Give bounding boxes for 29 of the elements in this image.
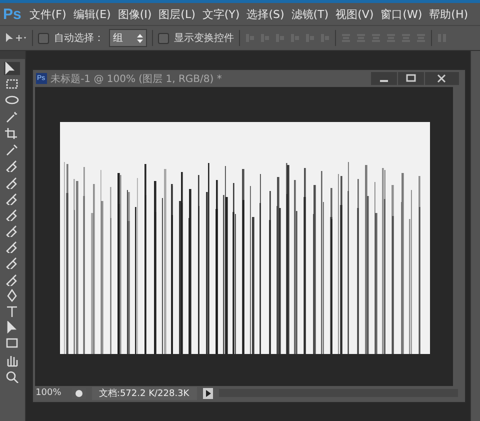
move-tool-icon[interactable] — [5, 32, 27, 44]
menu-item[interactable]: 文件(F) — [29, 6, 66, 22]
status-menu-arrow-icon[interactable] — [202, 388, 213, 398]
close-button[interactable] — [424, 72, 459, 85]
menu-item[interactable]: 图像(I) — [118, 6, 152, 22]
zoom-tool-icon[interactable] — [4, 370, 20, 383]
menu-item[interactable]: 编辑(E) — [73, 6, 111, 22]
document-title: 未标题-1 @ 100% (图层 1, RGB/8) * — [50, 72, 223, 86]
marquee-tool-icon[interactable] — [4, 78, 20, 92]
menu-item[interactable]: 文字(Y) — [202, 6, 240, 22]
rectangle-tool-icon[interactable] — [4, 337, 20, 350]
show-transform-label: 显示变换控件 — [174, 32, 234, 45]
maximize-button[interactable] — [398, 72, 424, 85]
minimize-button[interactable] — [370, 72, 397, 85]
move-tool-icon[interactable] — [4, 62, 20, 76]
menu-item[interactable]: 选择(S) — [246, 6, 284, 22]
zoom-level[interactable]: 100% — [36, 388, 66, 398]
menu-item[interactable]: 滤镜(T) — [291, 6, 329, 22]
menu-item[interactable]: 帮助(H) — [429, 6, 468, 22]
spinner-arrows-icon — [137, 34, 143, 42]
menu-item[interactable]: 视图(V) — [336, 6, 374, 22]
layer-group-select[interactable]: 组 — [109, 29, 147, 47]
show-transform-checkbox[interactable] — [158, 32, 169, 44]
auto-select-label: 自动选择： — [54, 32, 104, 45]
app-logo: Ps — [3, 6, 22, 22]
menu-item[interactable]: 图层(L) — [158, 6, 196, 22]
menu-item[interactable]: 窗口(W) — [380, 6, 422, 22]
auto-select-checkbox[interactable] — [38, 32, 49, 44]
document-size-info: 文档:572.2 K/228.3K — [92, 386, 197, 400]
